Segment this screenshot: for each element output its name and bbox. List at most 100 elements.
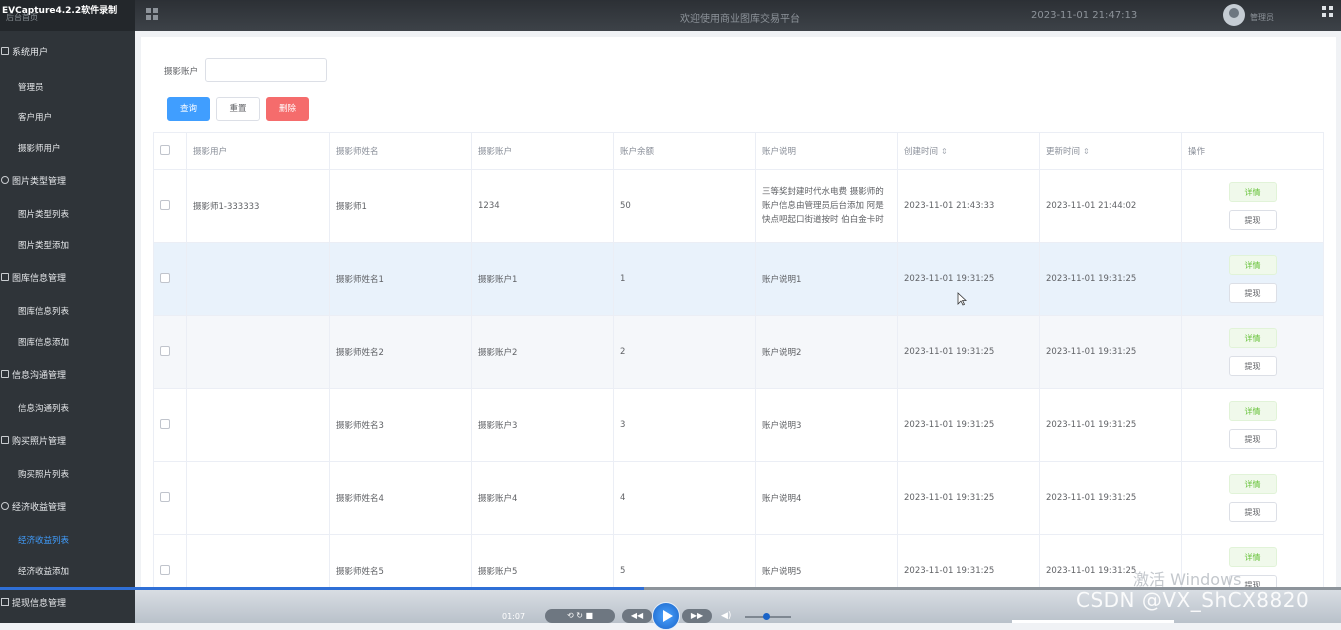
sidebar-group-image-type[interactable]: 图片类型管理 — [0, 167, 135, 191]
sidebar-item-gallery-add[interactable]: 图库信息添加 — [18, 336, 69, 348]
main-panel: 摄影账户 查询 重置 删除 摄影用户 摄影师姓名 摄影账户 账户余额 账户说明 … — [141, 37, 1336, 608]
sidebar-group-label: 购买照片管理 — [12, 437, 67, 447]
header-updated[interactable]: 更新时间 ⇕ — [1039, 132, 1182, 170]
gallery-icon — [1, 273, 9, 281]
sidebar-group-withdraw[interactable]: 提现信息管理 — [0, 590, 135, 623]
withdraw-button[interactable]: 提现 — [1228, 356, 1277, 376]
table-header-row: 摄影用户 摄影师姓名 摄影账户 账户余额 账户说明 创建时间 ⇕ 更新时间 ⇕ 操作 — [153, 132, 1324, 170]
row-checkbox[interactable] — [160, 564, 170, 575]
cell-actions: 详情 提现 — [1181, 315, 1324, 389]
withdraw-button[interactable]: 提现 — [1228, 283, 1277, 303]
play-icon[interactable] — [652, 602, 680, 630]
cell-description: 账户说明2 — [755, 315, 898, 389]
cell-description: 账户说明3 — [755, 388, 898, 462]
sidebar-group-system-users[interactable]: 系统用户 — [0, 38, 135, 62]
delete-button[interactable]: 删除 — [266, 97, 309, 121]
reset-button[interactable]: 重置 — [216, 97, 260, 121]
cell-updated: 2023-11-01 21:44:02 — [1039, 169, 1182, 243]
table-row: 摄影师姓名3 摄影账户3 3 账户说明3 2023-11-01 19:31:25… — [153, 388, 1324, 462]
fullscreen-icon[interactable] — [1322, 6, 1334, 18]
sidebar-item-photographer-users[interactable]: 摄影师用户 — [18, 142, 61, 154]
cell-balance: 4 — [613, 461, 756, 535]
forward-button[interactable]: ▶▶ — [682, 609, 712, 623]
sidebar-item-income-list[interactable]: 经济收益列表 — [18, 534, 69, 546]
cell-created: 2023-11-01 19:31:25 — [897, 315, 1040, 389]
detail-button[interactable]: 详情 — [1228, 547, 1277, 567]
account-search-input[interactable] — [205, 58, 327, 82]
row-checkbox[interactable] — [160, 345, 170, 356]
username[interactable]: 管理员 — [1250, 12, 1274, 23]
header-photographer-user: 摄影用户 — [186, 132, 330, 170]
sidebar-item-income-add[interactable]: 经济收益添加 — [18, 565, 69, 577]
sort-icon[interactable]: ⇕ — [941, 147, 948, 156]
cell-balance: 3 — [613, 388, 756, 462]
cell-name: 摄影师姓名3 — [329, 388, 472, 462]
cell-name: 摄影师姓名4 — [329, 461, 472, 535]
withdraw-button[interactable]: 提现 — [1228, 502, 1277, 522]
sidebar-group-purchase[interactable]: 购买照片管理 — [0, 427, 135, 451]
cell-balance: 1 — [613, 242, 756, 316]
sidebar-item-admin[interactable]: 管理员 — [18, 81, 44, 93]
cell-user — [186, 461, 330, 535]
cart-icon — [1, 436, 9, 444]
menu-toggle-icon[interactable] — [146, 8, 159, 21]
mouse-cursor-icon — [957, 292, 968, 306]
detail-button[interactable]: 详情 — [1228, 401, 1277, 421]
detail-button[interactable]: 详情 — [1228, 182, 1277, 202]
loop-controls[interactable]: ⟲ ↻ ■ — [545, 609, 615, 623]
cell-updated: 2023-11-01 19:31:25 — [1039, 461, 1182, 535]
row-checkbox[interactable] — [160, 272, 170, 283]
sidebar-group-label: 系统用户 — [12, 48, 49, 58]
sidebar-group-label: 提现信息管理 — [12, 599, 67, 609]
header-actions: 操作 — [1181, 132, 1324, 170]
header-updated-label: 更新时间 — [1046, 147, 1081, 157]
home-link[interactable]: 后台首页 — [6, 12, 38, 23]
sidebar-item-image-type-list[interactable]: 图片类型列表 — [18, 208, 69, 220]
cell-name: 摄影师姓名2 — [329, 315, 472, 389]
table-row: 摄影师姓名2 摄影账户2 2 账户说明2 2023-11-01 19:31:25… — [153, 315, 1324, 389]
elapsed-time: 01:07 — [502, 612, 526, 621]
query-button[interactable]: 查询 — [167, 97, 210, 121]
income-table: 摄影用户 摄影师姓名 摄影账户 账户余额 账户说明 创建时间 ⇕ 更新时间 ⇕ 操作… — [153, 132, 1324, 608]
avatar[interactable] — [1223, 4, 1245, 26]
cell-created: 2023-11-01 19:31:25 — [897, 461, 1040, 535]
income-icon — [1, 502, 9, 510]
volume-icon[interactable]: ◀) — [721, 611, 731, 621]
cell-name: 摄影师姓名1 — [329, 242, 472, 316]
row-checkbox[interactable] — [160, 491, 170, 502]
sort-icon[interactable]: ⇕ — [1083, 147, 1090, 156]
sidebar-item-image-type-add[interactable]: 图片类型添加 — [18, 239, 69, 251]
detail-button[interactable]: 详情 — [1228, 474, 1277, 494]
row-checkbox[interactable] — [160, 199, 170, 210]
sidebar-item-purchase-list[interactable]: 购买照片列表 — [18, 468, 69, 480]
cell-name: 摄影师1 — [329, 169, 472, 243]
detail-button[interactable]: 详情 — [1228, 328, 1277, 348]
cell-created: 2023-11-01 19:31:25 — [897, 242, 1040, 316]
sidebar-group-gallery[interactable]: 图库信息管理 — [0, 264, 135, 288]
detail-button[interactable]: 详情 — [1228, 255, 1277, 275]
sidebar-group-label: 经济收益管理 — [12, 503, 67, 513]
sidebar-group-communication[interactable]: 信息沟通管理 — [0, 361, 135, 385]
select-all-cell[interactable] — [153, 132, 187, 170]
sidebar-item-communication-list[interactable]: 信息沟通列表 — [18, 402, 69, 414]
top-bar: EVCapture4.2.2软件录制 后台首页 欢迎使用商业图库交易平台 202… — [0, 0, 1341, 31]
row-checkbox[interactable] — [160, 418, 170, 429]
header-description: 账户说明 — [755, 132, 898, 170]
header-created[interactable]: 创建时间 ⇕ — [897, 132, 1040, 170]
cell-balance: 50 — [613, 169, 756, 243]
volume-knob[interactable] — [762, 613, 770, 620]
cell-user — [186, 388, 330, 462]
sidebar-item-gallery-list[interactable]: 图库信息列表 — [18, 305, 69, 317]
withdraw-button[interactable]: 提现 — [1228, 429, 1277, 449]
cell-balance: 2 — [613, 315, 756, 389]
sidebar-group-income[interactable]: 经济收益管理 — [0, 493, 135, 517]
cell-created: 2023-11-01 19:31:25 — [897, 388, 1040, 462]
cell-actions: 详情 提现 — [1181, 169, 1324, 243]
cell-account: 摄影账户1 — [471, 242, 614, 316]
withdraw-button[interactable]: 提现 — [1228, 210, 1277, 230]
sidebar-item-customer-users[interactable]: 客户用户 — [18, 111, 52, 123]
cell-actions: 详情 提现 — [1181, 461, 1324, 535]
sidebar-group-label: 信息沟通管理 — [12, 371, 67, 381]
rewind-button[interactable]: ◀◀ — [622, 609, 652, 623]
select-all-checkbox[interactable] — [160, 144, 170, 155]
